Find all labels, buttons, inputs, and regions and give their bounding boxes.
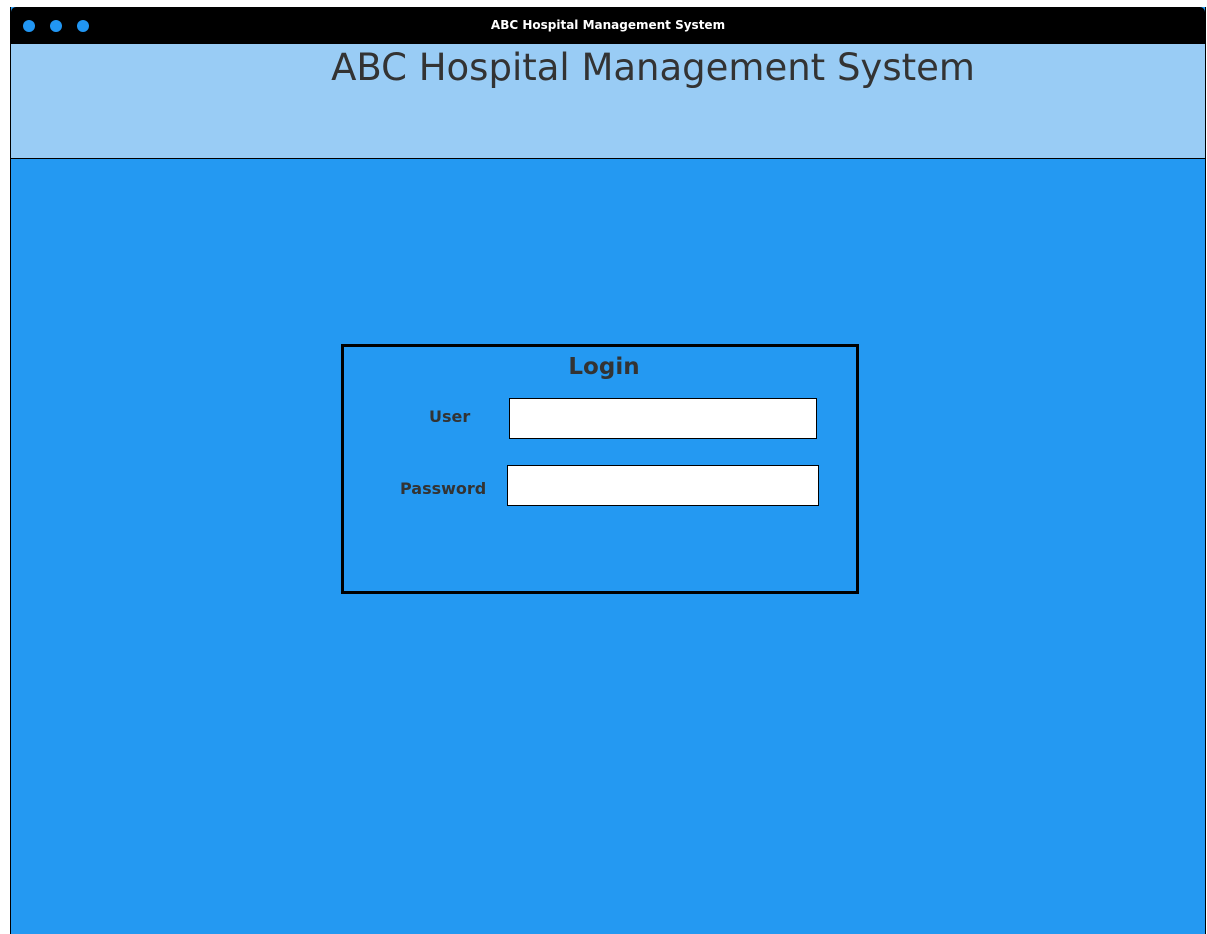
user-input[interactable]: [509, 398, 817, 439]
page-header: ABC Hospital Management System: [11, 44, 1205, 159]
title-bar[interactable]: ABC Hospital Management System: [11, 7, 1205, 44]
window-title: ABC Hospital Management System: [490, 18, 726, 32]
login-title: Login: [568, 354, 640, 380]
password-input[interactable]: [507, 465, 819, 506]
user-label: User: [429, 407, 471, 426]
page-title: ABC Hospital Management System: [331, 46, 975, 89]
login-panel: Login User Password: [341, 344, 859, 594]
password-label: Password: [400, 479, 487, 498]
app-window: ABC Hospital Management System ABC Hospi…: [10, 7, 1206, 934]
